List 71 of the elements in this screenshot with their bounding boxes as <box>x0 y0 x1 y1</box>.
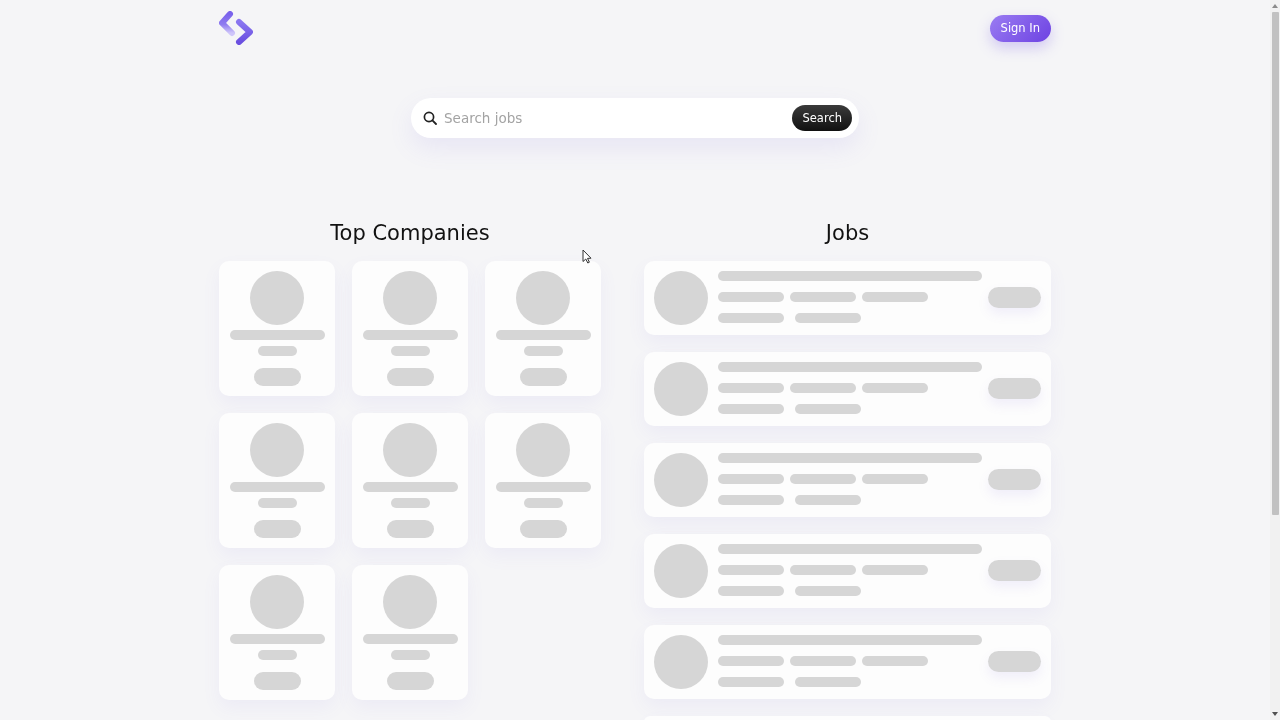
section-title: Top Companies <box>329 220 491 247</box>
text-placeholder <box>718 292 784 302</box>
text-placeholder <box>718 404 784 414</box>
text-placeholder <box>718 586 784 596</box>
text-placeholder <box>718 495 784 505</box>
text-placeholder <box>257 498 297 508</box>
avatar-placeholder <box>250 271 304 325</box>
avatar-placeholder <box>250 423 304 477</box>
text-placeholder <box>795 404 861 414</box>
text-placeholder <box>718 383 784 393</box>
button-placeholder <box>519 520 567 538</box>
text-placeholder <box>718 677 784 687</box>
button-placeholder <box>253 672 301 690</box>
text-placeholder <box>862 474 928 484</box>
avatar-placeholder <box>383 575 437 629</box>
text-placeholder <box>718 313 784 323</box>
text-placeholder <box>795 586 861 596</box>
button-placeholder <box>253 520 301 538</box>
avatar-placeholder <box>654 544 708 598</box>
text-placeholder <box>718 565 784 575</box>
text-placeholder <box>862 656 928 666</box>
avatar-placeholder <box>383 271 437 325</box>
text-placeholder <box>718 474 784 484</box>
text-placeholder <box>257 650 297 660</box>
button-placeholder <box>519 368 567 386</box>
button-placeholder <box>988 378 1041 399</box>
text-placeholder <box>523 346 563 356</box>
text-placeholder <box>795 495 861 505</box>
avatar-placeholder <box>516 271 570 325</box>
search-icon <box>423 111 437 125</box>
text-placeholder <box>390 346 430 356</box>
avatar-placeholder <box>654 635 708 689</box>
scrollbar[interactable] <box>1270 0 1280 720</box>
button-placeholder <box>988 651 1041 672</box>
text-placeholder <box>257 346 297 356</box>
scroll-down-icon[interactable] <box>1272 712 1278 716</box>
text-placeholder <box>790 565 856 575</box>
logo-icon <box>219 11 253 45</box>
search-field[interactable]: Search jobs <box>444 108 793 128</box>
text-placeholder <box>718 656 784 666</box>
text-placeholder <box>790 474 856 484</box>
search-button[interactable]: Search <box>792 105 852 131</box>
button-placeholder <box>988 469 1041 490</box>
button-placeholder <box>253 368 301 386</box>
sign-in-button[interactable]: Sign In <box>989 14 1051 42</box>
avatar-placeholder <box>383 423 437 477</box>
text-placeholder <box>390 650 430 660</box>
avatar-placeholder <box>654 453 708 507</box>
section-title: Jobs <box>823 220 871 247</box>
button-placeholder <box>386 520 434 538</box>
text-placeholder <box>790 383 856 393</box>
button-placeholder <box>988 287 1041 308</box>
text-placeholder <box>790 656 856 666</box>
button-placeholder <box>386 368 434 386</box>
text-placeholder <box>523 498 563 508</box>
avatar-placeholder <box>654 362 708 416</box>
text-placeholder <box>795 677 861 687</box>
text-placeholder <box>862 565 928 575</box>
scrollbar-thumb[interactable] <box>1271 12 1279 515</box>
text-placeholder <box>862 383 928 393</box>
avatar-placeholder <box>250 575 304 629</box>
avatar-placeholder <box>516 423 570 477</box>
scroll-up-icon[interactable] <box>1272 4 1278 8</box>
text-placeholder <box>390 498 430 508</box>
button-placeholder <box>386 672 434 690</box>
button-placeholder <box>988 560 1041 581</box>
text-placeholder <box>795 313 861 323</box>
search-bar[interactable]: Search jobs Search <box>411 98 859 138</box>
avatar-placeholder <box>654 271 708 325</box>
text-placeholder <box>790 292 856 302</box>
text-placeholder <box>862 292 928 302</box>
